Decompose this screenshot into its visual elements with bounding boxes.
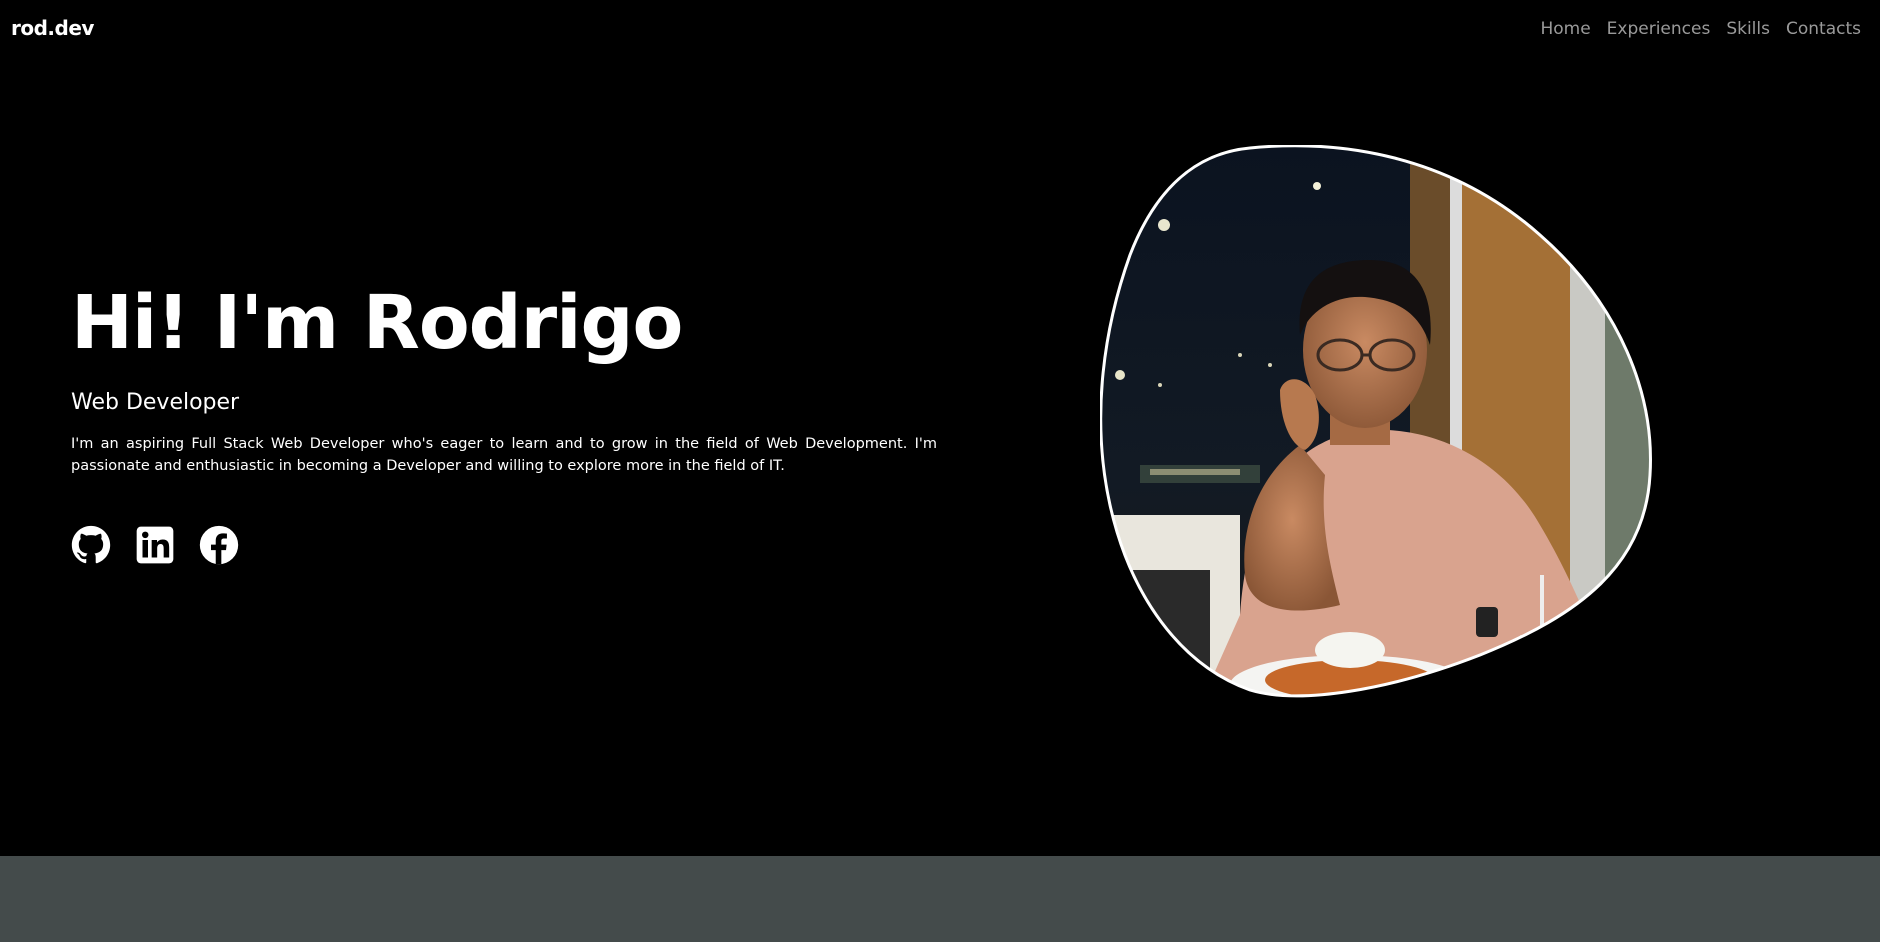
social-links (71, 525, 937, 565)
hero-intro: Hi! I'm Rodrigo Web Developer I'm an asp… (71, 278, 937, 565)
nav-link-experiences[interactable]: Experiences (1607, 19, 1711, 39)
linkedin-icon[interactable] (135, 525, 175, 565)
github-icon[interactable] (71, 525, 111, 565)
nav-link-skills[interactable]: Skills (1726, 19, 1770, 39)
hero-description: I'm an aspiring Full Stack Web Developer… (71, 436, 937, 474)
navbar: rod.dev Home Experiences Skills Contacts (0, 0, 1880, 60)
hero-role: Web Developer (71, 390, 240, 415)
nav-links: Home Experiences Skills Contacts (1540, 19, 1861, 39)
facebook-icon[interactable] (199, 525, 239, 565)
profile-photo (1100, 145, 1652, 698)
hero-title: Hi! I'm Rodrigo (71, 280, 683, 366)
next-section-band (0, 856, 1880, 942)
nav-link-contacts[interactable]: Contacts (1786, 19, 1861, 39)
nav-link-home[interactable]: Home (1540, 19, 1590, 39)
brand-logo[interactable]: rod.dev (11, 16, 94, 40)
